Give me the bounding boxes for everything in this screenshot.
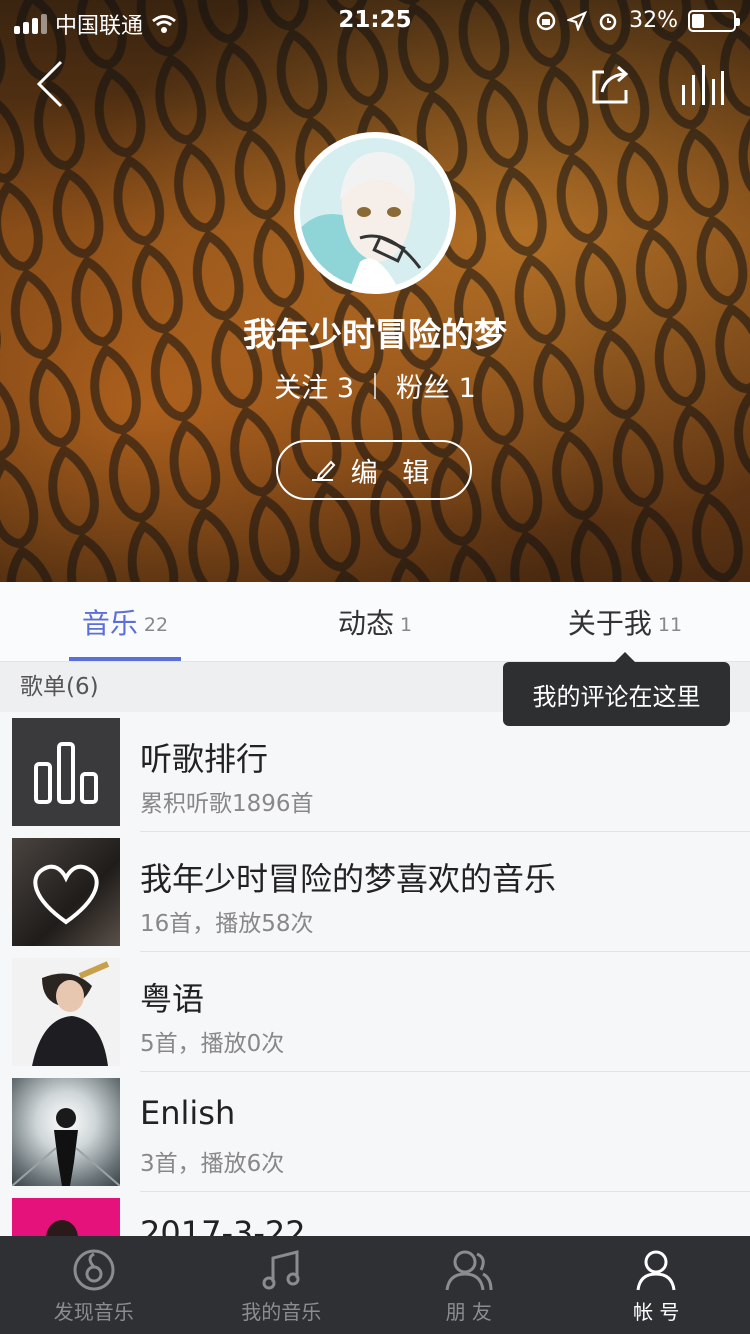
nav-account[interactable]: 帐 号 — [563, 1236, 750, 1334]
playlist-item[interactable]: 听歌排行 累积听歌1896首 — [0, 712, 750, 832]
tab-count: 22 — [143, 613, 169, 636]
tab-count: 11 — [657, 613, 683, 636]
album-cover-art — [12, 1108, 120, 1186]
playlist-cover — [12, 718, 120, 826]
playlist-subtitle: 3首，播放6次 — [140, 1151, 285, 1177]
account-icon — [636, 1250, 676, 1291]
profile-name: 我年少时冒险的梦 — [243, 315, 507, 354]
avatar[interactable] — [294, 132, 456, 294]
battery-percent: 32% — [629, 8, 678, 33]
tab-label: 音乐 — [81, 606, 138, 640]
playlist-cover — [12, 1078, 120, 1186]
rotation-lock-icon — [536, 11, 556, 30]
battery-icon — [688, 9, 740, 32]
tab-activity[interactable]: 动态 1 — [250, 582, 500, 661]
playlist-item[interactable]: Enlish 3首，播放6次 — [0, 1072, 750, 1192]
playlist-cover — [12, 838, 120, 946]
playlist-item[interactable]: 我年少时冒险的梦喜欢的音乐 16首，播放58次 — [0, 832, 750, 952]
music-note-icon — [262, 1250, 300, 1290]
ranking-bars-icon — [34, 742, 98, 804]
playlist-title: Enlish — [140, 1094, 236, 1132]
playlist-subtitle: 16首，播放58次 — [140, 911, 314, 937]
tab-label: 关于我 — [567, 606, 652, 640]
nav-label: 帐 号 — [633, 1300, 680, 1324]
pencil-icon — [311, 460, 336, 481]
nav-discover[interactable]: 发现音乐 — [0, 1236, 188, 1334]
bottom-tab-bar: 发现音乐 我的音乐 朋 友 帐 号 — [0, 1236, 750, 1334]
edit-profile-button[interactable]: 编 辑 — [276, 440, 472, 500]
status-bar: 中国联通 21:25 32% — [0, 0, 750, 40]
avatar-illustration — [300, 138, 450, 288]
playlist-subtitle: 5首，播放0次 — [140, 1031, 285, 1057]
divider — [374, 372, 376, 399]
playlist-subtitle: 累积听歌1896首 — [140, 791, 314, 817]
now-playing-button[interactable] — [676, 58, 730, 110]
playlist-title: 粤语 — [140, 980, 205, 1018]
nav-label: 我的音乐 — [241, 1300, 322, 1324]
playlist-title: 我年少时冒险的梦喜欢的音乐 — [140, 860, 557, 898]
album-cover-art — [32, 961, 110, 1066]
playlist-list: 听歌排行 累积听歌1896首 我年少时冒险的梦喜欢的音乐 16首，播放58次 粤… — [0, 712, 750, 1242]
nav-label: 发现音乐 — [53, 1300, 134, 1324]
tab-label: 动态 — [337, 606, 394, 640]
edit-label: 编 辑 — [350, 457, 438, 489]
fans-count[interactable]: 粉丝 1 — [396, 366, 476, 405]
share-icon — [592, 65, 629, 104]
playlist-item[interactable]: 2017-3-22 — [0, 1192, 750, 1242]
nav-my-music[interactable]: 我的音乐 — [188, 1236, 376, 1334]
alarm-icon — [599, 13, 617, 30]
playlist-item[interactable]: 粤语 5首，播放0次 — [0, 952, 750, 1072]
heart-icon — [33, 864, 99, 925]
tab-about[interactable]: 关于我 11 — [500, 582, 750, 661]
profile-page: 中国联通 21:25 32% 我年少时冒险的梦 关注 3 粉丝 1 编 辑 音乐… — [0, 0, 750, 1334]
playlist-cover — [12, 958, 120, 1066]
playlist-title: 听歌排行 — [140, 740, 269, 778]
discover-music-icon — [73, 1249, 115, 1291]
back-button[interactable] — [30, 58, 70, 110]
following-count[interactable]: 关注 3 — [274, 366, 354, 405]
equalizer-icon — [682, 65, 724, 105]
profile-tabs: 音乐 22 动态 1 关于我 11 — [0, 582, 750, 662]
location-icon — [567, 10, 588, 31]
tab-music[interactable]: 音乐 22 — [0, 582, 250, 661]
profile-header: 中国联通 21:25 32% 我年少时冒险的梦 关注 3 粉丝 1 编 辑 — [0, 0, 750, 582]
friends-icon — [445, 1250, 493, 1291]
nav-label: 朋 友 — [445, 1300, 492, 1324]
nav-friends[interactable]: 朋 友 — [375, 1236, 563, 1334]
tab-count: 1 — [399, 613, 413, 636]
follow-stats: 关注 3 粉丝 1 — [0, 366, 750, 405]
chevron-left-icon — [36, 60, 63, 108]
share-button[interactable] — [586, 58, 636, 110]
